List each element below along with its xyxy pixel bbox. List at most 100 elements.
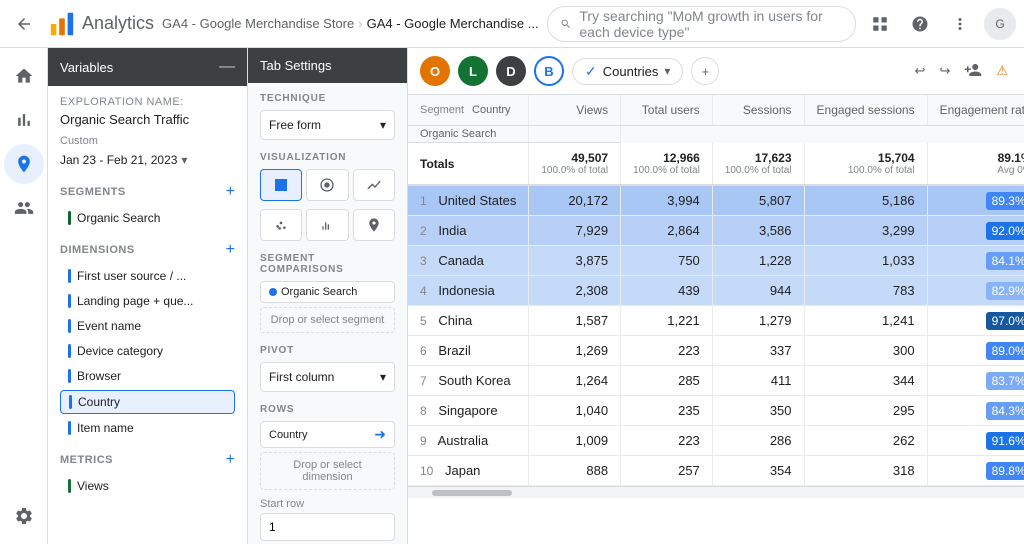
horizontal-scrollbar[interactable] <box>408 486 1024 498</box>
minimize-button[interactable]: — <box>219 58 235 76</box>
viz-row2 <box>260 209 395 241</box>
nav-explore[interactable] <box>4 144 44 184</box>
row-total-users: 439 <box>621 276 713 306</box>
row-engagement-rate: 92.0% <box>927 216 1024 246</box>
scatter-icon <box>273 217 289 233</box>
viz-line-button[interactable] <box>353 169 395 201</box>
add-user-button[interactable] <box>960 57 986 86</box>
viz-bar-button[interactable] <box>306 209 348 241</box>
table-row: 2 India 7,929 2,864 3,586 3,299 92.0% 49… <box>408 216 1024 246</box>
more-icon-button[interactable] <box>944 8 976 40</box>
rows-country-chip[interactable]: Country ➜ <box>260 421 395 448</box>
dimension-event-name[interactable]: Event name <box>60 315 235 337</box>
tab-o[interactable]: O <box>420 56 450 86</box>
variables-panel-header: Variables — <box>48 48 247 86</box>
tab-l[interactable]: L <box>458 56 488 86</box>
viz-donut-button[interactable] <box>306 169 348 201</box>
dimension-browser[interactable]: Browser <box>60 365 235 387</box>
dimension-first-user-source[interactable]: First user source / ... <box>60 265 235 287</box>
dimension-country[interactable]: Country <box>60 390 235 414</box>
tab-settings-title: Tab Settings <box>260 58 332 73</box>
pivot-dropdown[interactable]: First column ▾ <box>260 362 395 392</box>
row-engagement-rate: 84.3% <box>927 396 1024 426</box>
nav-settings[interactable] <box>4 496 44 536</box>
column-header-sessions[interactable]: Sessions <box>712 95 804 126</box>
tab-b[interactable]: B <box>534 56 564 86</box>
drop-dimension-zone[interactable]: Drop or select dimension <box>260 452 395 490</box>
start-row-input[interactable] <box>260 513 395 541</box>
segment-chip-organic-search[interactable]: Organic Search <box>60 207 235 229</box>
engagement-rate-badge: 91.6% <box>986 432 1024 450</box>
row-country: 10 Japan <box>408 456 529 486</box>
technique-dropdown[interactable]: Free form ▾ <box>260 110 395 140</box>
metric-views[interactable]: Views <box>60 475 235 497</box>
dimension-device-category[interactable]: Device category <box>60 340 235 362</box>
country-name: Japan <box>445 463 480 478</box>
row-number: 6 <box>420 344 427 358</box>
country-name: Indonesia <box>438 283 494 298</box>
drop-segment-zone[interactable]: Drop or select segment <box>260 307 395 333</box>
viz-scatter-button[interactable] <box>260 209 302 241</box>
row-country: 5 China <box>408 306 529 336</box>
grid-icon-button[interactable] <box>864 8 896 40</box>
visualization-label: VISUALIZATION <box>260 152 395 163</box>
row-sessions: 944 <box>712 276 804 306</box>
row-total-users: 1,221 <box>621 306 713 336</box>
viz-geo-button[interactable] <box>353 209 395 241</box>
viz-table-button[interactable] <box>260 169 302 201</box>
engagement-rate-badge: 89.8% <box>986 462 1024 480</box>
column-header-views[interactable]: Views <box>529 95 621 126</box>
row-number: 8 <box>420 404 427 418</box>
back-button[interactable] <box>8 8 40 40</box>
audience-icon <box>14 198 34 218</box>
row-country: 4 Indonesia <box>408 276 529 306</box>
row-views: 1,009 <box>529 426 621 456</box>
countries-tab[interactable]: ✓ Countries ▾ <box>572 58 683 85</box>
row-country: 3 Canada <box>408 246 529 276</box>
chevron-down-icon: ▾ <box>380 118 386 132</box>
nav-audience[interactable] <box>4 188 44 228</box>
dimension-item-name[interactable]: Item name <box>60 417 235 439</box>
nav-reports[interactable] <box>4 100 44 140</box>
redo-button[interactable]: ↪ <box>935 59 954 83</box>
undo-button[interactable]: ↩ <box>911 59 930 83</box>
row-engaged-sessions: 1,241 <box>804 306 927 336</box>
add-tab-button[interactable]: + <box>691 57 719 85</box>
top-bar: Analytics GA4 - Google Merchandise Store… <box>0 0 1024 48</box>
dim-label: First user source / ... <box>77 269 186 283</box>
organic-search-col <box>529 126 621 143</box>
search-bar[interactable]: Try searching "MoM growth in users for e… <box>547 6 856 42</box>
warning-button[interactable]: ⚠ <box>992 59 1012 83</box>
dimension-landing-page[interactable]: Landing page + que... <box>60 290 235 312</box>
add-segment-button[interactable]: + <box>226 183 235 201</box>
segment-comparison-chip[interactable]: Organic Search <box>260 281 395 303</box>
table-row: 1 United States 20,172 3,994 5,807 5,186… <box>408 185 1024 216</box>
row-engaged-sessions: 344 <box>804 366 927 396</box>
pivot-value: First column <box>269 370 334 384</box>
row-number: 3 <box>420 254 427 268</box>
help-icon-button[interactable] <box>904 8 936 40</box>
tab-d[interactable]: D <box>496 56 526 86</box>
totals-total-users: 12,966 100.0% of total <box>621 143 713 186</box>
column-header-engaged-sessions[interactable]: Engaged sessions <box>804 95 927 126</box>
engagement-rate-badge: 89.0% <box>986 342 1024 360</box>
row-engaged-sessions: 262 <box>804 426 927 456</box>
column-header-total-users[interactable]: Total users <box>621 95 713 126</box>
row-country: 2 India <box>408 216 529 246</box>
add-dimension-button[interactable]: + <box>226 241 235 259</box>
row-engaged-sessions: 783 <box>804 276 927 306</box>
row-views: 888 <box>529 456 621 486</box>
avatar[interactable]: G <box>984 8 1016 40</box>
rows-label: ROWS <box>260 404 395 415</box>
row-views: 1,264 <box>529 366 621 396</box>
row-number: 2 <box>420 224 427 238</box>
row-country: 7 South Korea <box>408 366 529 396</box>
date-range-selector[interactable]: Jan 23 - Feb 21, 2023 ▾ <box>60 149 235 171</box>
table-row: 6 Brazil 1,269 223 337 300 89.0% 9,14... <box>408 336 1024 366</box>
add-metric-button[interactable]: + <box>226 451 235 469</box>
nav-home[interactable] <box>4 56 44 96</box>
column-header-engagement-rate[interactable]: Engagement rate <box>927 95 1024 126</box>
totals-sessions: 17,623 100.0% of total <box>712 143 804 186</box>
scrollbar-thumb[interactable] <box>432 490 512 496</box>
row-number: 4 <box>420 284 427 298</box>
